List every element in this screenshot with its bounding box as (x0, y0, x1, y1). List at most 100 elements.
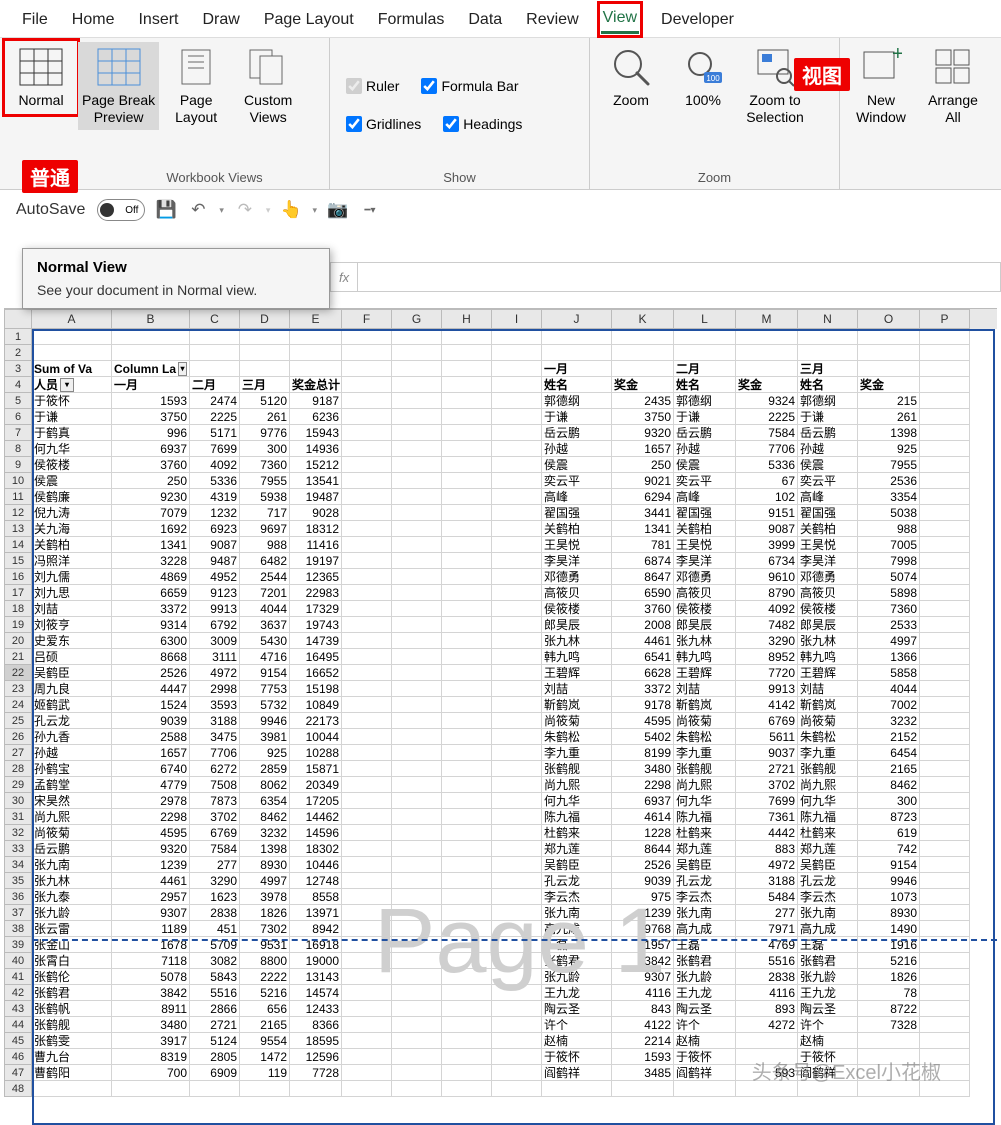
cell[interactable]: 781 (612, 537, 674, 553)
cell[interactable] (920, 665, 970, 681)
cell[interactable] (342, 889, 392, 905)
cell[interactable] (342, 617, 392, 633)
cell[interactable]: 周九良 (32, 681, 112, 697)
cell[interactable]: 988 (858, 521, 920, 537)
cell[interactable]: 翟国强 (542, 505, 612, 521)
cell[interactable]: 于谦 (798, 409, 858, 425)
cell[interactable]: 4869 (112, 569, 190, 585)
cell[interactable] (492, 697, 542, 713)
cell[interactable]: 22173 (290, 713, 342, 729)
cell[interactable]: 阎鹤祥 (542, 1065, 612, 1081)
col-K[interactable]: K (612, 309, 674, 329)
cell[interactable]: 奖金 (612, 377, 674, 393)
cell[interactable]: 人员▾ (32, 377, 112, 393)
cell[interactable]: 67 (736, 473, 798, 489)
cell[interactable] (442, 361, 492, 377)
row-header-32[interactable]: 32 (4, 825, 32, 841)
cell[interactable] (920, 473, 970, 489)
cell[interactable] (858, 1065, 920, 1081)
cell[interactable] (492, 873, 542, 889)
cell[interactable] (342, 585, 392, 601)
cell[interactable]: 三月 (798, 361, 858, 377)
cell[interactable]: 张鹤舰 (542, 761, 612, 777)
cell[interactable]: 20349 (290, 777, 342, 793)
cell[interactable]: 3485 (612, 1065, 674, 1081)
cell[interactable] (492, 889, 542, 905)
cell[interactable]: 5611 (736, 729, 798, 745)
cell[interactable]: 13971 (290, 905, 342, 921)
cell[interactable]: 1692 (112, 521, 190, 537)
cell[interactable]: 3480 (612, 761, 674, 777)
cell[interactable]: 宋昊然 (32, 793, 112, 809)
cell[interactable] (342, 1033, 392, 1049)
cell[interactable] (392, 729, 442, 745)
cell[interactable]: 5336 (190, 473, 240, 489)
cell[interactable]: 张霄白 (32, 953, 112, 969)
row-header-13[interactable]: 13 (4, 521, 32, 537)
col-J[interactable]: J (542, 309, 612, 329)
page-layout-button[interactable]: Page Layout (161, 42, 231, 130)
cell[interactable]: 于谦 (674, 409, 736, 425)
cell[interactable] (342, 1001, 392, 1017)
cell[interactable]: 郎昊辰 (542, 617, 612, 633)
cell[interactable]: 277 (736, 905, 798, 921)
cell[interactable]: 阎鹤祥 (674, 1065, 736, 1081)
cell[interactable]: 王九龙 (542, 985, 612, 1001)
cell[interactable] (492, 777, 542, 793)
cell[interactable]: 4116 (612, 985, 674, 1001)
cell[interactable] (492, 745, 542, 761)
cell[interactable] (392, 489, 442, 505)
cell[interactable]: 3978 (240, 889, 290, 905)
cell[interactable] (492, 377, 542, 393)
cell[interactable]: 陈九福 (542, 809, 612, 825)
cell[interactable]: 尚九熙 (32, 809, 112, 825)
cell[interactable] (858, 1081, 920, 1097)
cell[interactable]: 刘筱亨 (32, 617, 112, 633)
cell[interactable] (442, 1049, 492, 1065)
row-header-11[interactable]: 11 (4, 489, 32, 505)
cell[interactable]: 1398 (240, 841, 290, 857)
cell[interactable] (492, 393, 542, 409)
arrange-all-button[interactable]: Arrange All (918, 42, 988, 130)
row-header-22[interactable]: 22 (4, 665, 32, 681)
cell[interactable]: 3480 (112, 1017, 190, 1033)
cell[interactable]: 6937 (612, 793, 674, 809)
cell[interactable] (920, 809, 970, 825)
cell[interactable]: 杜鹤来 (674, 825, 736, 841)
cell[interactable]: 孙越 (542, 441, 612, 457)
cell[interactable] (492, 953, 542, 969)
cell[interactable]: 翟国强 (674, 505, 736, 521)
cell[interactable]: 277 (190, 857, 240, 873)
row-header-37[interactable]: 37 (4, 905, 32, 921)
cell[interactable] (392, 777, 442, 793)
cell[interactable]: 9697 (240, 521, 290, 537)
cell[interactable] (798, 1081, 858, 1097)
cell[interactable]: 9913 (736, 681, 798, 697)
cell[interactable]: 尚筱菊 (798, 713, 858, 729)
row-header-41[interactable]: 41 (4, 969, 32, 985)
column-headers[interactable]: ABCDEFGHIJKLMNOP (4, 309, 997, 329)
cell[interactable]: 9021 (612, 473, 674, 489)
cell[interactable]: 刘九思 (32, 585, 112, 601)
cell[interactable]: 15871 (290, 761, 342, 777)
cell[interactable] (392, 681, 442, 697)
cell[interactable]: 靳鹤岚 (542, 697, 612, 713)
cell[interactable] (392, 601, 442, 617)
cell[interactable]: 3750 (612, 409, 674, 425)
cell[interactable]: 尚九熙 (542, 777, 612, 793)
cell[interactable]: 侯震 (798, 457, 858, 473)
cell[interactable]: 2474 (190, 393, 240, 409)
cell[interactable]: 1826 (858, 969, 920, 985)
cell[interactable]: 关九海 (32, 521, 112, 537)
cell[interactable]: 15198 (290, 681, 342, 697)
cell[interactable] (342, 473, 392, 489)
cell[interactable]: 朱鹤松 (798, 729, 858, 745)
cell[interactable]: 侯鹤廉 (32, 489, 112, 505)
cell[interactable]: 16652 (290, 665, 342, 681)
cell[interactable] (492, 761, 542, 777)
cell[interactable]: 孙鹤宝 (32, 761, 112, 777)
cell[interactable]: 郎昊辰 (798, 617, 858, 633)
cell[interactable] (342, 985, 392, 1001)
cell[interactable] (342, 1081, 392, 1097)
cell[interactable]: 岳云鹏 (674, 425, 736, 441)
